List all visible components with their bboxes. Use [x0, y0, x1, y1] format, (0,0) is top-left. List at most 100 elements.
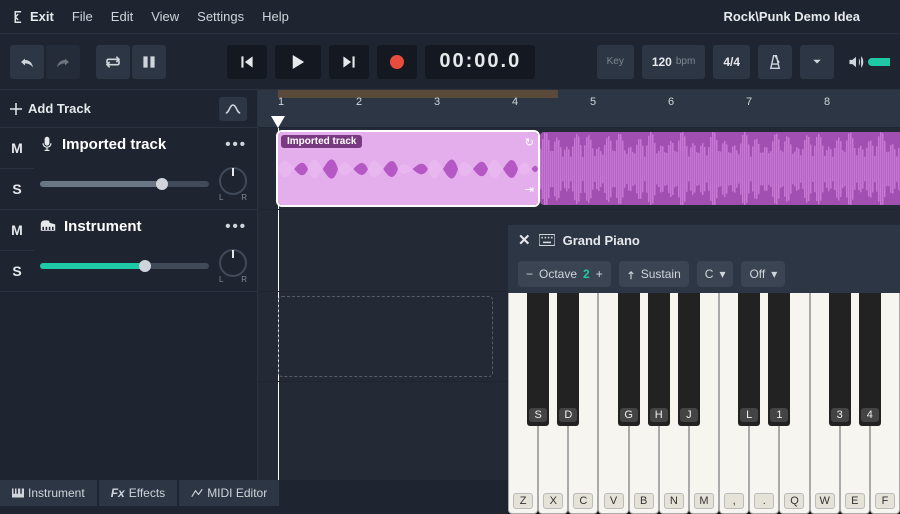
dropdown-icon: ▾: [719, 267, 725, 281]
instrument-name: Grand Piano: [563, 233, 640, 248]
timesig-selector[interactable]: 4/4: [713, 45, 750, 79]
black-key[interactable]: 4: [859, 293, 881, 426]
black-key[interactable]: S: [527, 293, 549, 426]
master-volume-slider[interactable]: [868, 58, 890, 66]
key-label: B: [634, 493, 654, 509]
track-volume-slider[interactable]: [40, 181, 209, 187]
key-label: W: [815, 493, 835, 509]
tempo-unit: bpm: [676, 56, 695, 67]
black-key[interactable]: G: [618, 293, 640, 426]
close-button[interactable]: ✕: [518, 231, 531, 249]
empty-region[interactable]: [278, 296, 493, 377]
record-button[interactable]: [377, 45, 417, 79]
key-label: L: [740, 408, 758, 422]
black-key[interactable]: 1: [768, 293, 790, 426]
tab-label: MIDI Editor: [207, 486, 267, 500]
snap-icon: [142, 55, 156, 69]
audio-clip[interactable]: Imported track ↻ ⇥: [278, 132, 538, 205]
skip-back-button[interactable]: [227, 45, 267, 79]
clip-loop-icon[interactable]: ↻: [525, 136, 534, 149]
menu-settings[interactable]: Settings: [197, 9, 244, 24]
key-label: Key: [607, 56, 624, 67]
metronome-dropdown[interactable]: [800, 45, 834, 79]
pan-r: R: [241, 275, 247, 284]
metronome-button[interactable]: [758, 45, 792, 79]
exit-icon: [10, 10, 24, 24]
key-label: D: [559, 408, 577, 422]
key-label: N: [664, 493, 684, 509]
black-key[interactable]: 3: [829, 293, 851, 426]
solo-button[interactable]: S: [0, 169, 34, 209]
tab-label: Effects: [129, 486, 165, 500]
play-button[interactable]: [275, 45, 321, 79]
mic-icon: [40, 136, 54, 152]
menu-view[interactable]: View: [151, 9, 179, 24]
key-label: 3: [831, 408, 849, 422]
key-label: Q: [784, 493, 804, 509]
menu-help[interactable]: Help: [262, 9, 289, 24]
key-label: ,: [724, 493, 744, 509]
loop-button[interactable]: [96, 45, 130, 79]
keyboard-icon: [539, 234, 555, 246]
sustain-button[interactable]: Sustain: [619, 261, 689, 287]
key-selector[interactable]: Key: [597, 45, 634, 79]
timeline-lane[interactable]: Imported track ↻ ⇥: [258, 128, 900, 210]
redo-button[interactable]: [46, 45, 80, 79]
project-title: Rock\Punk Demo Idea: [723, 9, 860, 24]
track-row: M S Imported track ••• LR: [0, 128, 257, 210]
root-note-select[interactable]: C ▾: [697, 261, 734, 287]
key-label: C: [573, 493, 593, 509]
snap-button[interactable]: [132, 45, 166, 79]
key-label: Z: [513, 493, 533, 509]
timeline-ruler[interactable]: 123456789: [258, 90, 900, 128]
redo-icon: [55, 56, 71, 68]
piano-keyboard[interactable]: ZXCVBNM,.QWEF SDGHJL134: [508, 293, 900, 514]
automation-toggle[interactable]: [219, 97, 247, 121]
tab-midi-editor[interactable]: MIDI Editor: [179, 480, 279, 506]
track-more-button[interactable]: •••: [225, 218, 247, 235]
menu-edit[interactable]: Edit: [111, 9, 133, 24]
ruler-mark: 8: [824, 96, 830, 108]
scale-select[interactable]: Off ▾: [741, 261, 785, 287]
pan-knob[interactable]: [219, 167, 247, 195]
skip-back-icon: [240, 55, 254, 69]
volume-icon: [848, 55, 864, 69]
key-label: X: [543, 493, 563, 509]
tab-effects[interactable]: Fx Effects: [99, 480, 177, 506]
black-key[interactable]: D: [557, 293, 579, 426]
clip-label: Imported track: [281, 135, 362, 148]
octave-down[interactable]: −: [526, 267, 533, 281]
black-key[interactable]: J: [678, 293, 700, 426]
undo-button[interactable]: [10, 45, 44, 79]
clip-handle-icon[interactable]: ⇥: [525, 183, 534, 196]
pan-knob[interactable]: [219, 249, 247, 277]
skip-forward-button[interactable]: [329, 45, 369, 79]
main-menu: File Edit View Settings Help: [72, 9, 289, 24]
octave-control[interactable]: − Octave 2 +: [518, 261, 611, 287]
mute-button[interactable]: M: [0, 128, 34, 169]
black-key[interactable]: H: [648, 293, 670, 426]
key-label: E: [845, 493, 865, 509]
chevron-down-icon: [812, 59, 822, 65]
piano-small-icon: [12, 488, 24, 498]
mute-button[interactable]: M: [0, 210, 34, 251]
ruler-mark: 1: [278, 96, 284, 108]
tab-instrument[interactable]: Instrument: [0, 480, 97, 506]
add-track-label: Add Track: [28, 101, 91, 116]
track-volume-slider[interactable]: [40, 263, 209, 269]
pan-r: R: [241, 193, 247, 202]
black-key[interactable]: L: [738, 293, 760, 426]
menu-file[interactable]: File: [72, 9, 93, 24]
solo-button[interactable]: S: [0, 251, 34, 291]
skip-forward-icon: [342, 55, 356, 69]
exit-button[interactable]: Exit: [10, 9, 54, 24]
octave-up[interactable]: +: [596, 267, 603, 281]
note-value: C: [705, 267, 714, 281]
tempo-selector[interactable]: 120 bpm: [642, 45, 705, 79]
audio-clip[interactable]: [540, 132, 900, 205]
dropdown-icon: ▾: [771, 267, 777, 281]
add-track-button[interactable]: Add Track: [10, 101, 91, 116]
track-more-button[interactable]: •••: [225, 136, 247, 153]
key-label: 1: [770, 408, 788, 422]
key-label: S: [529, 408, 547, 422]
